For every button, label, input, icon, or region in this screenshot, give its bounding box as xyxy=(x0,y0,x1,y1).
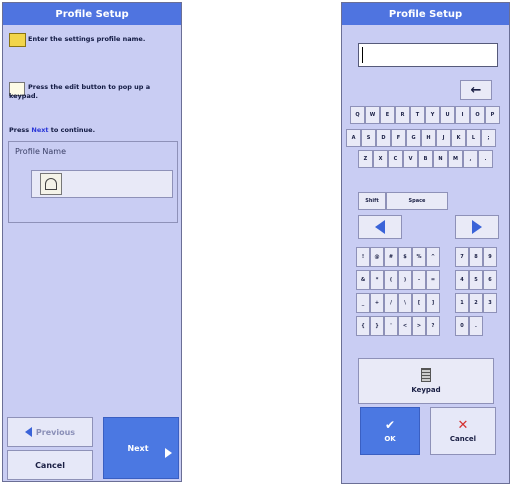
keypad-icon xyxy=(421,368,431,382)
symbol-key[interactable]: { xyxy=(356,316,370,336)
number-key[interactable]: 5 xyxy=(469,270,483,290)
symbol-key[interactable]: - xyxy=(412,270,426,290)
symbol-key[interactable]: # xyxy=(384,247,398,267)
text-input[interactable] xyxy=(358,43,498,67)
symbol-key[interactable]: * xyxy=(370,270,384,290)
page-title: Profile Setup xyxy=(3,3,181,25)
symbol-key[interactable]: < xyxy=(398,316,412,336)
check-icon: ✔ xyxy=(384,418,396,432)
symbol-key[interactable]: @ xyxy=(370,247,384,267)
key[interactable]: . xyxy=(478,150,493,168)
number-key[interactable]: 3 xyxy=(483,293,497,313)
number-key[interactable]: 9 xyxy=(483,247,497,267)
cursor-left-button[interactable] xyxy=(358,215,402,239)
key[interactable]: C xyxy=(388,150,403,168)
key[interactable]: M xyxy=(448,150,463,168)
cancel-button[interactable]: ✕ Cancel xyxy=(430,407,496,455)
ok-button[interactable]: ✔ OK xyxy=(360,407,420,455)
next-link: Next xyxy=(31,126,49,134)
key[interactable]: U xyxy=(440,106,455,124)
symbol-key[interactable]: % xyxy=(412,247,426,267)
instruction-text-3: Press Next to continue. xyxy=(9,126,96,134)
page-title: Profile Setup xyxy=(342,3,509,25)
key[interactable]: V xyxy=(403,150,418,168)
symbol-key[interactable]: \ xyxy=(398,293,412,313)
symbol-key[interactable]: } xyxy=(370,316,384,336)
number-key[interactable]: 1 xyxy=(455,293,469,313)
key[interactable]: G xyxy=(406,129,421,147)
symbol-key[interactable]: > xyxy=(412,316,426,336)
profile-name-group: Profile Name xyxy=(8,141,178,223)
key[interactable]: O xyxy=(470,106,485,124)
next-button[interactable]: Next xyxy=(103,417,179,479)
next-arrow-icon xyxy=(165,448,172,458)
number-key[interactable]: 8 xyxy=(469,247,483,267)
symbol-key[interactable]: $ xyxy=(398,247,412,267)
key[interactable]: P xyxy=(485,106,500,124)
edit-icon xyxy=(45,178,57,190)
symbol-key[interactable]: _ xyxy=(356,293,370,313)
keypad-button[interactable]: Keypad xyxy=(358,358,494,404)
key[interactable]: Q xyxy=(350,106,365,124)
key[interactable]: I xyxy=(455,106,470,124)
key[interactable]: , xyxy=(463,150,478,168)
symbol-key[interactable]: ] xyxy=(426,293,440,313)
number-key[interactable]: 0 xyxy=(455,316,469,336)
profile-name-field[interactable] xyxy=(31,170,173,198)
space-key[interactable]: Space xyxy=(386,192,448,210)
symbol-key[interactable]: [ xyxy=(412,293,426,313)
symbol-key[interactable]: ^ xyxy=(426,247,440,267)
instruction-text-2: Press the edit button to pop up a keypad… xyxy=(9,83,151,100)
symbol-key[interactable]: + xyxy=(370,293,384,313)
symbol-key[interactable]: ? xyxy=(426,316,440,336)
key[interactable]: N xyxy=(433,150,448,168)
key[interactable]: K xyxy=(451,129,466,147)
cancel-button[interactable]: Cancel xyxy=(7,450,93,480)
key[interactable]: T xyxy=(410,106,425,124)
previous-arrow-icon xyxy=(24,427,32,437)
backspace-key[interactable]: ← xyxy=(460,80,492,100)
key[interactable]: X xyxy=(373,150,388,168)
profile-name-label: Profile Name xyxy=(15,147,67,156)
key[interactable]: H xyxy=(421,129,436,147)
left-arrow-icon xyxy=(375,220,385,234)
number-key[interactable]: 4 xyxy=(455,270,469,290)
key[interactable]: J xyxy=(436,129,451,147)
profile-setup-panel: Profile Setup Enter the settings profile… xyxy=(2,2,182,482)
cursor-right-button[interactable] xyxy=(455,215,499,239)
edit-button[interactable] xyxy=(40,173,62,195)
key[interactable]: ; xyxy=(481,129,496,147)
symbol-key[interactable]: ! xyxy=(356,247,370,267)
symbol-key[interactable]: / xyxy=(384,293,398,313)
shift-key[interactable]: Shift xyxy=(358,192,386,210)
key[interactable]: Y xyxy=(425,106,440,124)
key[interactable]: F xyxy=(391,129,406,147)
symbol-key[interactable]: = xyxy=(426,270,440,290)
key[interactable]: E xyxy=(380,106,395,124)
number-key[interactable]: 2 xyxy=(469,293,483,313)
key[interactable]: L xyxy=(466,129,481,147)
number-key[interactable]: . xyxy=(469,316,483,336)
key[interactable]: R xyxy=(395,106,410,124)
symbol-key[interactable]: & xyxy=(356,270,370,290)
key[interactable]: D xyxy=(376,129,391,147)
number-key[interactable]: 6 xyxy=(483,270,497,290)
key[interactable]: S xyxy=(361,129,376,147)
key[interactable]: W xyxy=(365,106,380,124)
keyboard-popup-panel: Profile Setup ← Shift Space Keypad ✔ OK … xyxy=(341,2,510,484)
instruction-text-1: Enter the settings profile name. xyxy=(28,35,146,43)
previous-button[interactable]: Previous xyxy=(7,417,93,447)
symbol-key[interactable]: ) xyxy=(398,270,412,290)
right-arrow-icon xyxy=(472,220,482,234)
close-icon: ✕ xyxy=(457,418,469,433)
number-key[interactable]: 7 xyxy=(455,247,469,267)
symbol-key[interactable]: ' xyxy=(384,316,398,336)
key[interactable]: A xyxy=(346,129,361,147)
key[interactable]: Z xyxy=(358,150,373,168)
symbol-key[interactable]: ( xyxy=(384,270,398,290)
key[interactable]: B xyxy=(418,150,433,168)
text-cursor xyxy=(362,47,363,63)
